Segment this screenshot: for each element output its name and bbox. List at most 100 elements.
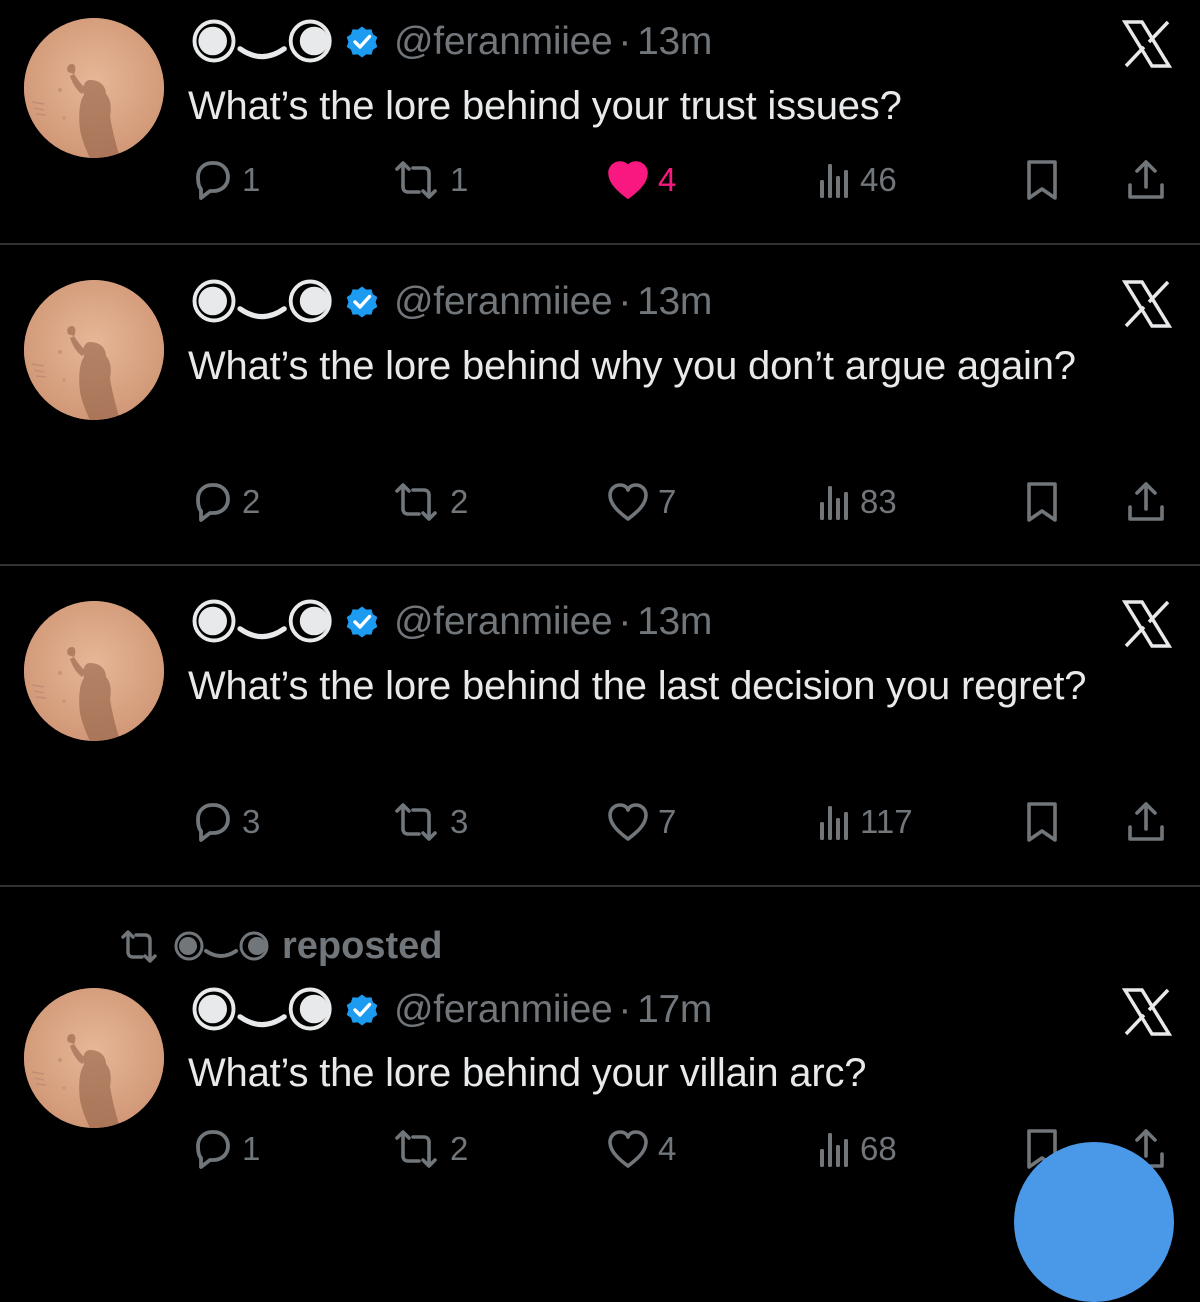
heart-icon [606, 1127, 650, 1171]
tweet-header: @feranmiiee · 17m [188, 985, 712, 1035]
timestamp[interactable]: 13m [637, 600, 712, 644]
bookmark-button[interactable] [1022, 155, 1062, 205]
like-count: 4 [658, 161, 677, 198]
views-chart-icon [816, 158, 852, 202]
display-name[interactable] [188, 15, 334, 70]
x-icon [1122, 987, 1172, 1037]
dismiss-button[interactable] [1122, 599, 1172, 649]
repost-count: 1 [450, 161, 469, 198]
compose-button[interactable] [1014, 1142, 1174, 1302]
repost-button[interactable]: 1 [390, 155, 468, 205]
repost-button[interactable]: 2 [390, 477, 468, 527]
heart-icon [606, 800, 650, 844]
name-emoji-icon [188, 275, 334, 330]
timestamp[interactable]: 13m [637, 20, 712, 64]
display-name[interactable] [188, 275, 334, 330]
timestamp[interactable]: 17m [637, 988, 712, 1032]
share-icon [1126, 480, 1166, 524]
repost-button[interactable]: 3 [390, 797, 468, 847]
timestamp[interactable]: 13m [637, 280, 712, 324]
avatar[interactable] [24, 601, 164, 741]
user-handle[interactable]: @feranmiiee [394, 988, 613, 1032]
avatar[interactable] [24, 988, 164, 1128]
avatar[interactable] [24, 18, 164, 158]
like-count: 7 [658, 483, 677, 520]
reply-icon [190, 479, 234, 525]
verified-badge-icon [344, 992, 380, 1028]
heart-icon [606, 480, 650, 524]
views-button[interactable]: 68 [816, 1124, 897, 1174]
like-button[interactable]: 7 [606, 797, 676, 847]
views-count: 46 [860, 161, 897, 198]
tweet-text: What’s the lore behind the last decision… [188, 664, 1087, 708]
share-button[interactable] [1126, 155, 1166, 205]
reply-button[interactable]: 1 [190, 155, 260, 205]
name-emoji-icon [188, 595, 334, 650]
like-count: 7 [658, 803, 677, 840]
separator-dot: · [618, 988, 632, 1031]
dismiss-button[interactable] [1122, 279, 1172, 329]
like-button[interactable]: 4 [606, 155, 676, 205]
share-button[interactable] [1126, 477, 1166, 527]
tweet-header: @feranmiiee · 13m [188, 597, 712, 647]
share-icon [1126, 800, 1166, 844]
tweet-divider [0, 243, 1200, 245]
repost-button[interactable]: 2 [390, 1124, 468, 1174]
dismiss-button[interactable] [1122, 987, 1172, 1037]
separator-dot: · [618, 600, 632, 643]
x-icon [1122, 599, 1172, 649]
display-name[interactable] [188, 595, 334, 650]
reply-icon [190, 157, 234, 203]
bookmark-button[interactable] [1022, 477, 1062, 527]
repost-icon [118, 926, 160, 966]
tweet-text: What’s the lore behind your trust issues… [188, 84, 902, 128]
reply-count: 2 [242, 483, 261, 520]
bookmark-button[interactable] [1022, 797, 1062, 847]
views-button[interactable]: 46 [816, 155, 897, 205]
tweet-divider [0, 564, 1200, 566]
user-handle[interactable]: @feranmiiee [394, 20, 613, 64]
tweet-divider [0, 885, 1200, 887]
x-icon [1122, 279, 1172, 329]
reply-icon [190, 799, 234, 845]
like-button[interactable]: 4 [606, 1124, 676, 1174]
views-chart-icon [816, 800, 852, 844]
verified-badge-icon [344, 604, 380, 640]
tweet-actions: 2 2 7 83 [0, 477, 1200, 527]
reply-button[interactable]: 2 [190, 477, 260, 527]
reply-icon [190, 1126, 234, 1172]
like-button[interactable]: 7 [606, 477, 676, 527]
repost-count: 3 [450, 803, 469, 840]
tweet-actions: 1 1 4 46 [0, 155, 1200, 205]
reply-button[interactable]: 1 [190, 1124, 260, 1174]
x-icon [1122, 19, 1172, 69]
verified-badge-icon [344, 284, 380, 320]
user-handle[interactable]: @feranmiiee [394, 600, 613, 644]
avatar[interactable] [24, 280, 164, 420]
share-icon [1126, 158, 1166, 202]
verified-badge-icon [344, 24, 380, 60]
views-button[interactable]: 83 [816, 477, 897, 527]
reply-count: 1 [242, 1130, 261, 1167]
heart-icon [606, 158, 650, 202]
display-name[interactable] [188, 983, 334, 1038]
repost-context[interactable]: reposted [118, 921, 442, 971]
repost-icon [390, 157, 442, 203]
user-handle[interactable]: @feranmiiee [394, 280, 613, 324]
bookmark-icon [1022, 480, 1062, 524]
reply-button[interactable]: 3 [190, 797, 260, 847]
dismiss-button[interactable] [1122, 19, 1172, 69]
repost-icon [390, 799, 442, 845]
share-button[interactable] [1126, 797, 1166, 847]
tweet-text: What’s the lore behind why you don’t arg… [188, 344, 1076, 388]
name-emoji-icon [188, 15, 334, 70]
reply-count: 1 [242, 161, 261, 198]
reposter-name-icon [172, 926, 272, 966]
tweet-text: What’s the lore behind your villain arc? [188, 1051, 867, 1095]
views-button[interactable]: 117 [816, 797, 913, 847]
views-count: 68 [860, 1130, 897, 1167]
tweet-header: @feranmiiee · 13m [188, 277, 712, 327]
separator-dot: · [618, 280, 632, 323]
views-count: 117 [860, 803, 913, 840]
reply-count: 3 [242, 803, 261, 840]
